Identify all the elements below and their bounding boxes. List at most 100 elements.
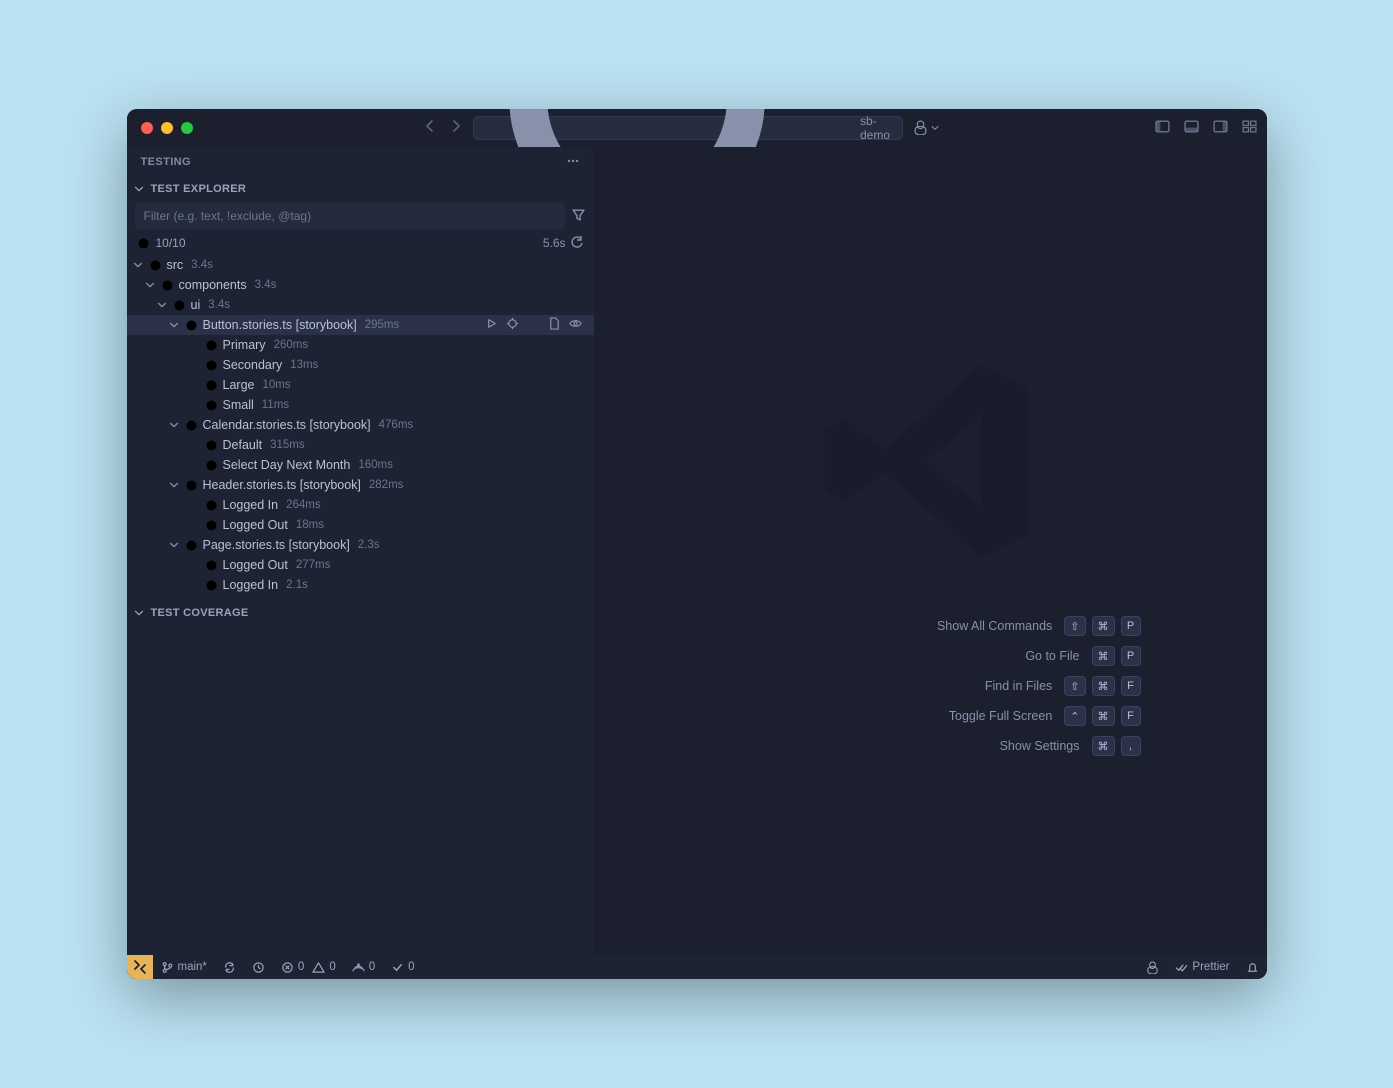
test-label: Button.stories.ts [storybook] xyxy=(203,318,357,332)
minimize-window-button[interactable] xyxy=(161,122,173,134)
command-center[interactable]: sb-demo xyxy=(473,116,903,140)
test-tree-row[interactable]: src 3.4s xyxy=(127,255,594,275)
branch-item[interactable]: main* xyxy=(153,955,215,979)
shortcut-label: Show Settings xyxy=(1000,739,1080,753)
shortcut-row: Toggle Full Screen ⌃⌘F xyxy=(721,706,1141,726)
copilot-status[interactable] xyxy=(1138,955,1167,979)
pass-icon xyxy=(185,418,199,432)
pass-icon xyxy=(205,338,219,352)
nav-forward-button[interactable] xyxy=(449,119,463,136)
history-button[interactable] xyxy=(244,955,273,979)
test-tree-row[interactable]: Select Day Next Month 160ms xyxy=(127,455,594,475)
bell-icon xyxy=(1246,961,1259,974)
test-coverage-header[interactable]: TEST COVERAGE xyxy=(127,601,594,625)
test-time: 295ms xyxy=(365,319,400,331)
pass-icon xyxy=(185,318,199,332)
pass-icon xyxy=(185,538,199,552)
test-label: Logged Out xyxy=(223,518,288,532)
coverage-count: 0 xyxy=(408,961,414,973)
test-tree-row[interactable]: components 3.4s xyxy=(127,275,594,295)
coverage-status-item[interactable]: 0 xyxy=(383,955,422,979)
pass-icon xyxy=(137,237,150,250)
ports-item[interactable]: 0 xyxy=(344,955,383,979)
test-label: Large xyxy=(223,378,255,392)
test-time: 3.4s xyxy=(191,259,213,271)
test-tree-row[interactable]: Logged In 2.1s xyxy=(127,575,594,595)
test-time: 277ms xyxy=(296,559,331,571)
reveal-icon[interactable] xyxy=(569,317,582,333)
test-tree-row[interactable]: Secondary 13ms xyxy=(127,355,594,375)
test-tree-row[interactable]: Logged Out 18ms xyxy=(127,515,594,535)
shortcut-label: Find in Files xyxy=(985,679,1052,693)
pass-icon xyxy=(185,478,199,492)
problems-item[interactable]: 0 0 xyxy=(273,955,344,979)
test-explorer-header[interactable]: TEST EXPLORER xyxy=(127,177,594,201)
warning-icon xyxy=(312,961,325,974)
panel-more-icon[interactable] xyxy=(566,154,580,171)
nav-back-button[interactable] xyxy=(423,119,437,136)
test-label: components xyxy=(179,278,247,292)
chevron-down-icon xyxy=(133,183,145,195)
test-tree-row[interactable]: Default 315ms xyxy=(127,435,594,455)
refresh-icon[interactable] xyxy=(570,236,584,250)
test-label: Logged Out xyxy=(223,558,288,572)
layout-right-icon[interactable] xyxy=(1213,119,1228,137)
layout-grid-icon[interactable] xyxy=(1242,119,1257,137)
pass-icon xyxy=(173,298,187,312)
test-time: 264ms xyxy=(286,499,321,511)
window: sb-demo TESTING TEST EXPLORER xyxy=(127,109,1267,979)
pass-icon xyxy=(205,558,219,572)
error-icon xyxy=(281,961,294,974)
zoom-window-button[interactable] xyxy=(181,122,193,134)
test-label: Calendar.stories.ts [storybook] xyxy=(203,418,371,432)
test-tree-row[interactable]: Logged In 264ms xyxy=(127,495,594,515)
key: P xyxy=(1121,646,1141,666)
key: , xyxy=(1121,736,1141,756)
test-tree-row[interactable]: Logged Out 277ms xyxy=(127,555,594,575)
test-time: 3.4s xyxy=(208,299,230,311)
notifications-button[interactable] xyxy=(1238,955,1267,979)
pass-icon xyxy=(205,578,219,592)
sync-button[interactable] xyxy=(215,955,244,979)
test-label: Primary xyxy=(223,338,266,352)
copilot-icon xyxy=(1146,961,1159,974)
test-tree-row[interactable]: Calendar.stories.ts [storybook] 476ms xyxy=(127,415,594,435)
shortcut-row: Show All Commands ⇧⌘P xyxy=(721,616,1141,636)
layout-left-icon[interactable] xyxy=(1155,119,1170,137)
key: ⇧ xyxy=(1064,676,1085,696)
test-label: Secondary xyxy=(223,358,283,372)
test-time: 13ms xyxy=(290,359,318,371)
prettier-status[interactable]: Prettier xyxy=(1167,955,1237,979)
key: P xyxy=(1121,616,1141,636)
test-tree-row[interactable]: ui 3.4s xyxy=(127,295,594,315)
test-time: 160ms xyxy=(358,459,393,471)
test-time: 11ms xyxy=(262,399,289,411)
test-tree[interactable]: src 3.4s components 3.4s ui 3.4s Button.… xyxy=(127,255,594,595)
test-tree-row[interactable]: Page.stories.ts [storybook] 2.3s xyxy=(127,535,594,555)
shortcut-label: Show All Commands xyxy=(937,619,1052,633)
test-tree-row[interactable]: Small 11ms xyxy=(127,395,594,415)
test-tree-row[interactable]: Header.stories.ts [storybook] 282ms xyxy=(127,475,594,495)
remote-button[interactable] xyxy=(127,955,153,979)
sync-icon xyxy=(223,961,236,974)
coverage-icon[interactable] xyxy=(527,317,540,333)
key: F xyxy=(1121,706,1141,726)
test-summary: 10/10 5.6s xyxy=(127,231,594,255)
pass-icon xyxy=(205,518,219,532)
test-label: Logged In xyxy=(223,498,279,512)
copilot-icon[interactable] xyxy=(913,120,940,135)
key: ⌘ xyxy=(1092,706,1115,726)
test-filter-input[interactable] xyxy=(135,203,565,229)
filter-icon[interactable] xyxy=(571,207,586,225)
goto-file-icon[interactable] xyxy=(548,317,561,333)
warning-count: 0 xyxy=(329,961,335,973)
layout-bottom-icon[interactable] xyxy=(1184,119,1199,137)
test-label: Small xyxy=(223,398,254,412)
test-tree-row[interactable]: Primary 260ms xyxy=(127,335,594,355)
debug-icon[interactable] xyxy=(506,317,519,333)
run-icon[interactable] xyxy=(485,317,498,333)
test-tree-row[interactable]: Large 10ms xyxy=(127,375,594,395)
test-time: 315ms xyxy=(270,439,305,451)
test-tree-row[interactable]: Button.stories.ts [storybook] 295ms xyxy=(127,315,594,335)
close-window-button[interactable] xyxy=(141,122,153,134)
